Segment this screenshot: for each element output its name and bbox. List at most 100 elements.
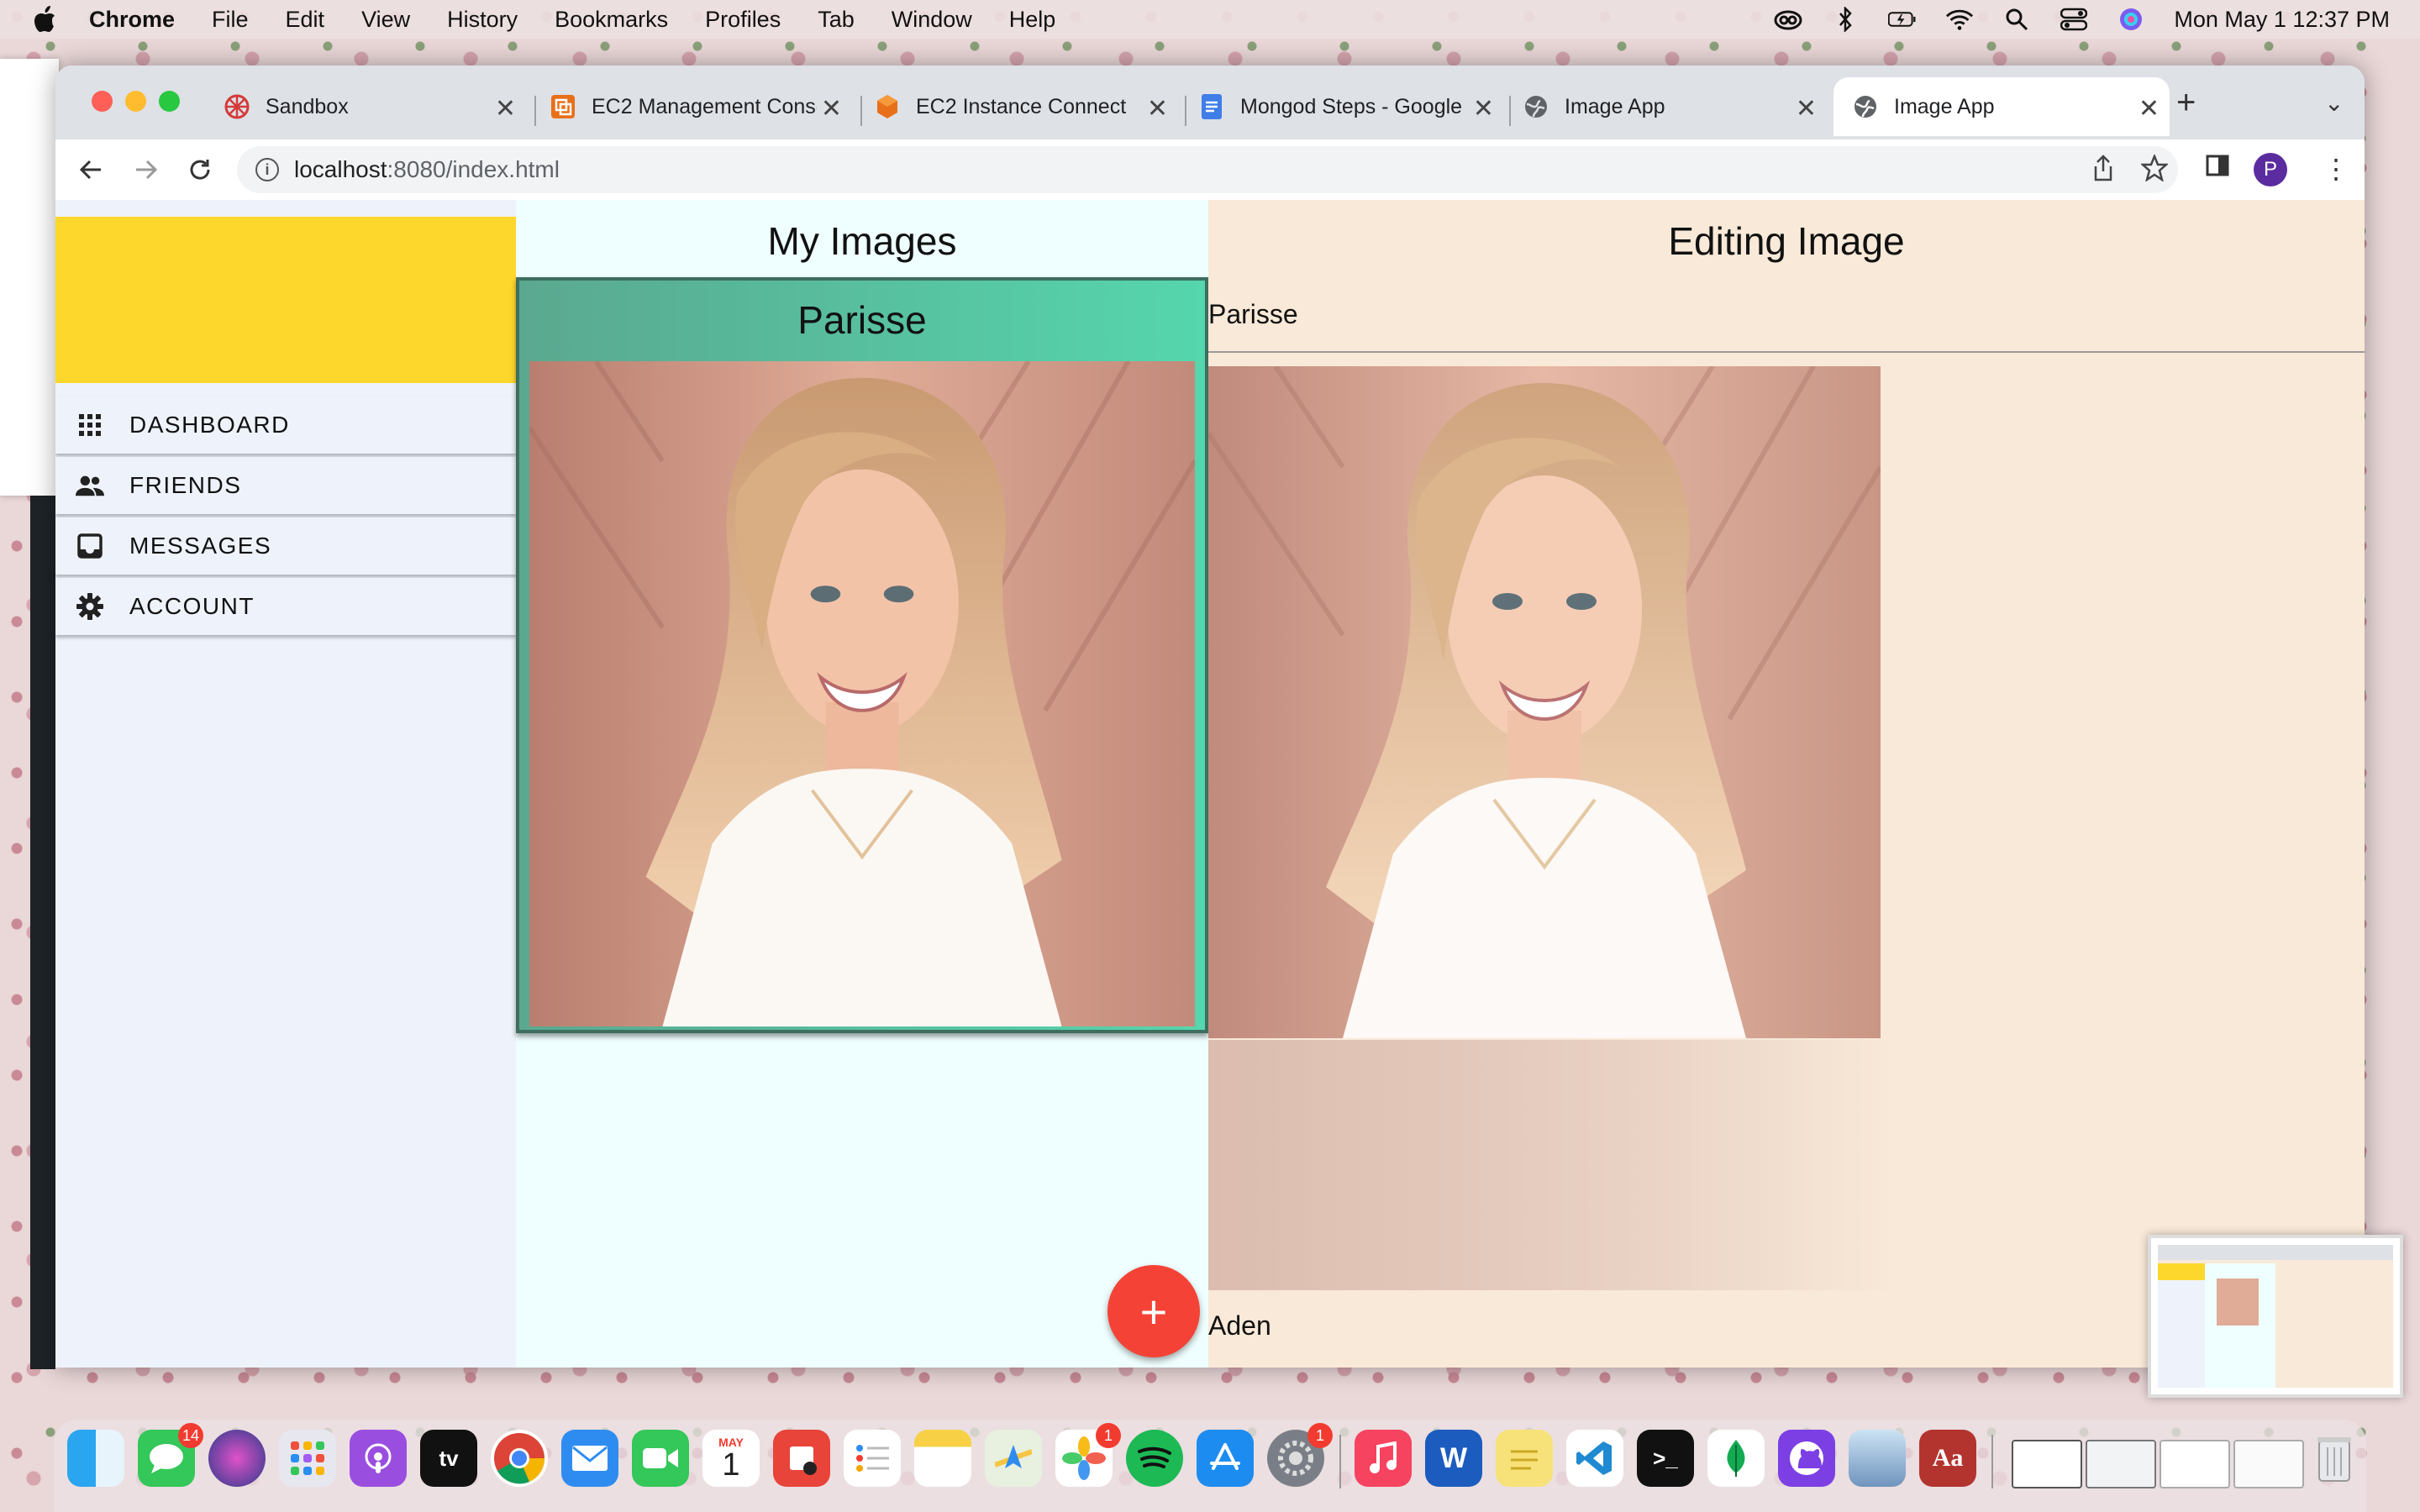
creative-cloud-icon[interactable] xyxy=(1774,7,1802,32)
portrait-photo[interactable] xyxy=(529,361,1195,1026)
add-image-button[interactable]: + xyxy=(1107,1265,1200,1357)
screenshot-thumbnail[interactable] xyxy=(2148,1235,2403,1398)
next-image-name[interactable]: Aden xyxy=(1208,1310,1271,1341)
spotlight-search-icon[interactable] xyxy=(2002,7,2031,32)
editing-photo[interactable] xyxy=(1208,366,1881,1038)
close-window-button[interactable] xyxy=(92,91,113,112)
app-store-icon[interactable] xyxy=(1197,1430,1254,1487)
menu-view[interactable]: View xyxy=(361,7,410,33)
nav-item-messages[interactable]: MESSAGES xyxy=(55,517,516,575)
recent-window-thumbnail[interactable] xyxy=(2086,1440,2156,1488)
menu-file[interactable]: File xyxy=(212,7,249,33)
back-arrow-icon[interactable] xyxy=(72,151,109,188)
wifi-icon[interactable] xyxy=(1945,7,1974,32)
siri-app-icon[interactable] xyxy=(208,1430,266,1487)
photos-icon[interactable]: 1 xyxy=(1055,1423,1121,1487)
close-tab-icon[interactable]: ✕ xyxy=(2139,94,2160,123)
apple-tv-icon[interactable]: tv xyxy=(420,1430,477,1487)
site-info-icon[interactable]: i xyxy=(255,158,279,181)
tab-image-app[interactable]: Image App ✕ xyxy=(1504,77,1827,136)
image-card[interactable]: Parisse xyxy=(516,277,1208,1033)
gear-icon xyxy=(76,592,104,621)
calendar-icon[interactable]: MAY 1 xyxy=(702,1430,760,1487)
photo-booth-icon[interactable] xyxy=(773,1430,830,1487)
messages-icon[interactable]: 14 xyxy=(138,1423,203,1487)
nav-item-account[interactable]: ACCOUNT xyxy=(55,578,516,635)
profile-avatar[interactable]: P xyxy=(2254,153,2287,186)
reload-icon[interactable] xyxy=(182,151,218,188)
url-text[interactable]: localhost:8080/index.html xyxy=(294,156,560,183)
close-tab-icon[interactable]: ✕ xyxy=(1147,94,1168,123)
tab-sandbox[interactable]: Sandbox ✕ xyxy=(205,77,526,136)
siri-icon[interactable] xyxy=(2117,7,2145,32)
launchpad-icon[interactable] xyxy=(279,1430,336,1487)
close-tab-icon[interactable]: ✕ xyxy=(1473,94,1494,123)
tab-strip: Sandbox ✕ EC2 Management Console ✕ EC2 I… xyxy=(55,66,2365,139)
spotify-icon[interactable] xyxy=(1126,1430,1183,1487)
nav-item-friends[interactable]: FRIENDS xyxy=(55,457,516,514)
chrome-icon[interactable] xyxy=(491,1430,548,1487)
background-window-edge xyxy=(30,496,55,1369)
share-icon[interactable] xyxy=(2092,155,2114,188)
maps-icon[interactable] xyxy=(985,1430,1042,1487)
tab-mongod-steps[interactable]: Mongod Steps - Google Docs ✕ xyxy=(1180,77,1504,136)
kebab-menu-icon[interactable]: ⋮ xyxy=(2323,153,2349,185)
tab-search-chevron-icon[interactable]: ⌄ xyxy=(2324,89,2344,117)
address-bar[interactable]: i localhost:8080/index.html xyxy=(237,146,2178,193)
dictionary-icon[interactable]: Aa xyxy=(1919,1430,1976,1487)
mongodb-compass-icon[interactable] xyxy=(1707,1430,1765,1487)
close-tab-icon[interactable]: ✕ xyxy=(821,94,842,123)
reminders-icon[interactable] xyxy=(844,1430,901,1487)
close-tab-icon[interactable]: ✕ xyxy=(1796,94,1817,123)
mail-icon[interactable] xyxy=(561,1430,618,1487)
close-tab-icon[interactable]: ✕ xyxy=(495,94,516,123)
bookmark-star-icon[interactable] xyxy=(2139,153,2170,188)
tab-ec2-instance-connect[interactable]: EC2 Instance Connect ✕ xyxy=(855,77,1178,136)
recent-window-thumbnail[interactable] xyxy=(2012,1440,2082,1488)
stickies-icon[interactable] xyxy=(1496,1430,1553,1487)
menu-profiles[interactable]: Profiles xyxy=(705,7,781,33)
nav-item-label: FRIENDS xyxy=(129,472,242,498)
tab-image-app-active[interactable]: Image App ✕ xyxy=(1833,77,2170,136)
recent-window-thumbnail[interactable] xyxy=(2160,1440,2230,1488)
url-path: :8080/index.html xyxy=(387,156,560,182)
side-panel-icon[interactable] xyxy=(2205,153,2230,185)
apps-grid-icon xyxy=(76,411,104,439)
facetime-icon[interactable] xyxy=(632,1430,689,1487)
terminal-icon[interactable]: >_ xyxy=(1637,1430,1694,1487)
bluetooth-icon[interactable] xyxy=(1831,7,1860,32)
my-images-title: My Images xyxy=(767,219,957,263)
vscode-icon[interactable] xyxy=(1566,1430,1623,1487)
forward-arrow-icon[interactable] xyxy=(128,151,165,188)
music-icon[interactable] xyxy=(1355,1430,1412,1487)
system-settings-icon[interactable]: 1 xyxy=(1267,1423,1333,1487)
apple-logo-icon[interactable] xyxy=(32,5,57,34)
menu-history[interactable]: History xyxy=(447,7,518,33)
word-icon[interactable]: W xyxy=(1425,1430,1482,1487)
globe-icon xyxy=(1852,93,1879,120)
zoom-window-button[interactable] xyxy=(159,91,180,112)
trash-icon[interactable] xyxy=(2306,1430,2363,1487)
podcasts-icon[interactable] xyxy=(350,1430,407,1487)
menu-bookmarks[interactable]: Bookmarks xyxy=(555,7,668,33)
menu-tab[interactable]: Tab xyxy=(818,7,855,33)
finder-icon[interactable] xyxy=(67,1430,124,1487)
github-desktop-icon[interactable] xyxy=(1778,1430,1835,1487)
menu-window[interactable]: Window xyxy=(892,7,972,33)
recent-window-thumbnail[interactable] xyxy=(2233,1440,2304,1488)
nav-item-dashboard[interactable]: DASHBOARD xyxy=(55,396,516,454)
next-image-preview[interactable] xyxy=(1208,1040,1889,1290)
preview-icon[interactable] xyxy=(1849,1430,1906,1487)
notes-icon[interactable] xyxy=(914,1430,971,1487)
new-tab-button[interactable]: + xyxy=(2176,84,2196,122)
menu-app-name[interactable]: Chrome xyxy=(89,7,175,33)
editor-image-name[interactable]: Parisse xyxy=(1208,299,1298,330)
battery-icon[interactable] xyxy=(1888,7,1917,32)
nav-drawer: DASHBOARD FRIENDS MESSAGES ACCOUNT xyxy=(55,200,516,1368)
menu-help[interactable]: Help xyxy=(1009,7,1056,33)
control-center-icon[interactable] xyxy=(2060,7,2088,32)
minimize-window-button[interactable] xyxy=(125,91,146,112)
menu-edit[interactable]: Edit xyxy=(286,7,325,33)
tab-ec2-management[interactable]: EC2 Management Console ✕ xyxy=(531,77,852,136)
menu-bar-clock[interactable]: Mon May 1 12:37 PM xyxy=(2174,7,2390,33)
